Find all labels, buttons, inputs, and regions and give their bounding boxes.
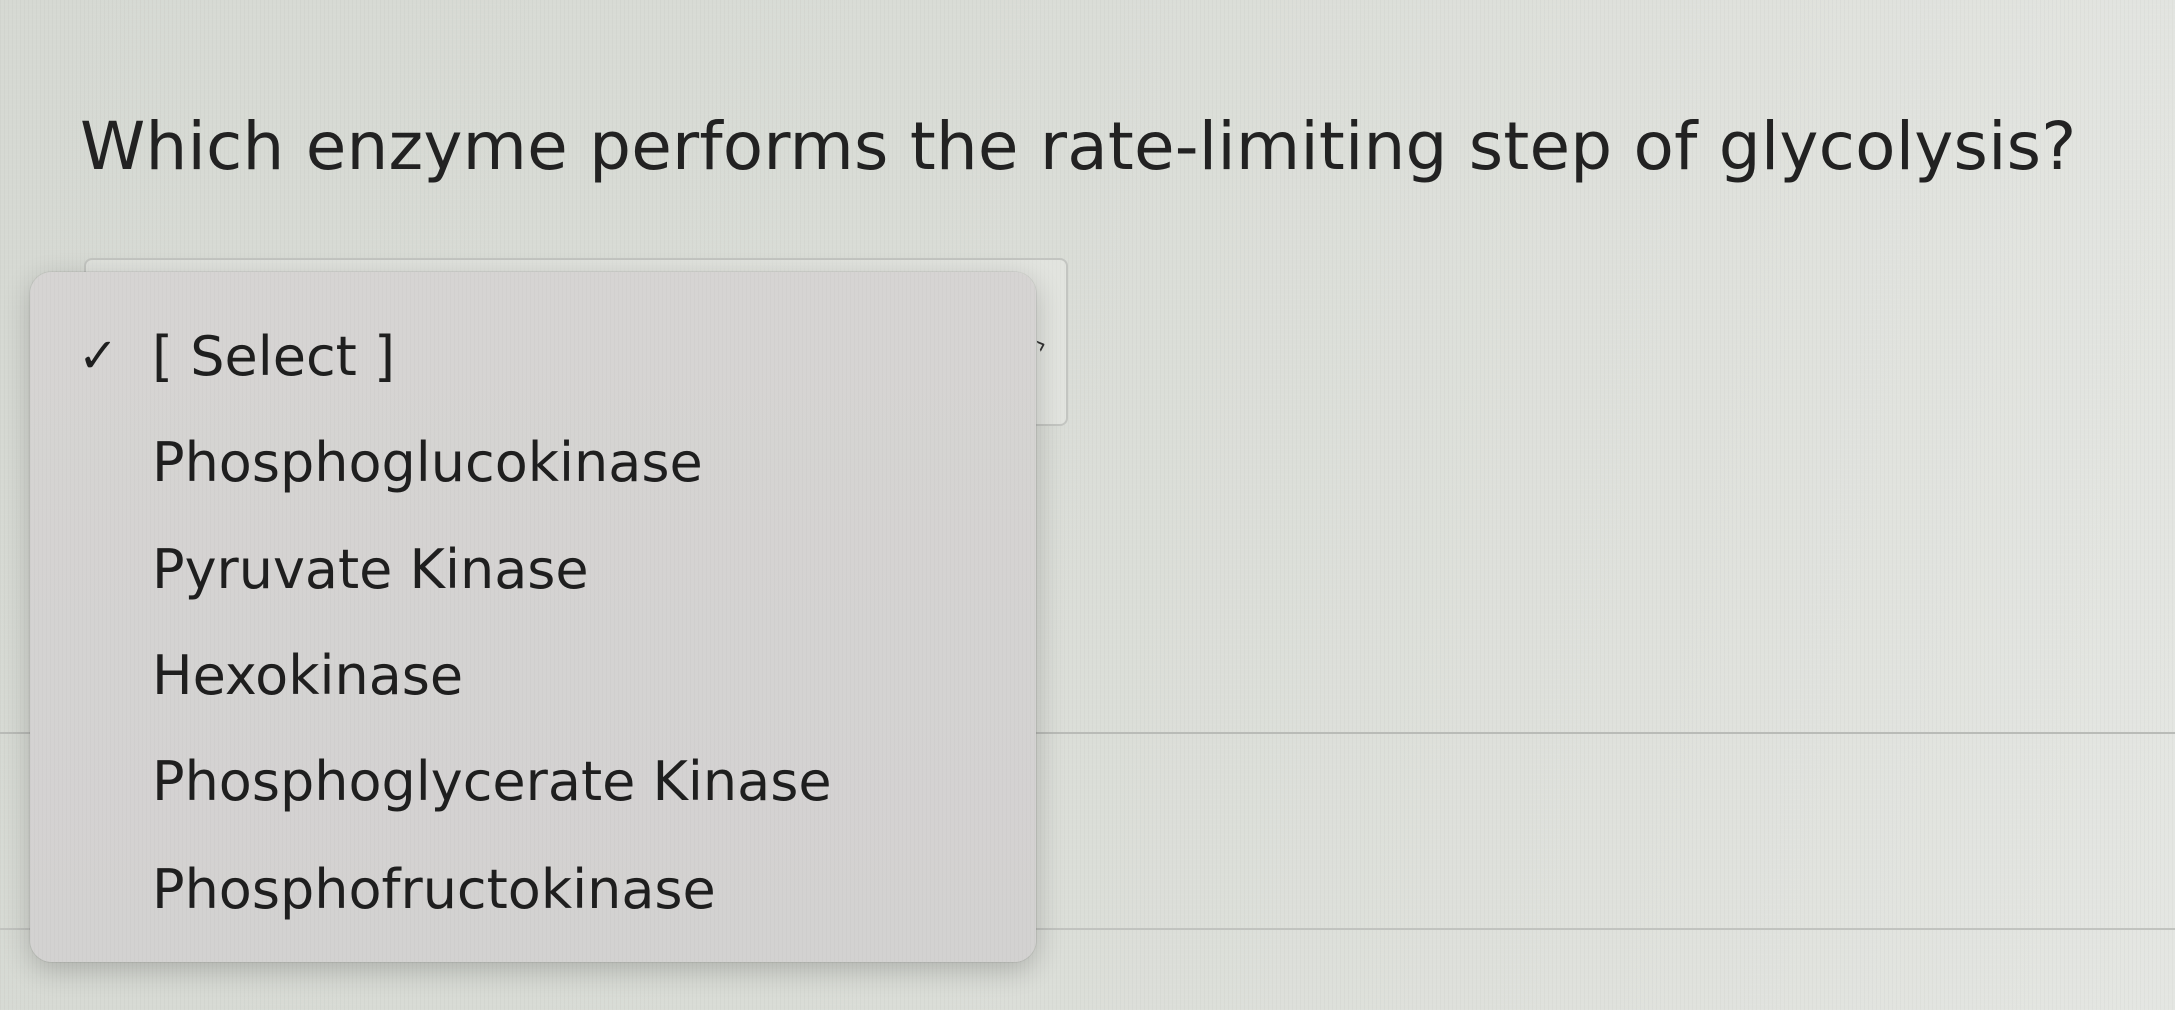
option-hexokinase[interactable]: Hexokinase [30, 625, 1036, 725]
dropdown-menu[interactable]: ✓ [ Select ] Phosphoglucokinase Pyruvate… [30, 272, 1036, 962]
option-phosphoglycerate-kinase[interactable]: Phosphoglycerate Kinase [30, 731, 1036, 831]
option-label: Phosphofructokinase [152, 857, 716, 921]
checkmark-icon: ✓ [78, 328, 119, 384]
option-phosphoglucokinase[interactable]: Phosphoglucokinase [30, 412, 1036, 512]
option-label: Phosphoglucokinase [152, 430, 703, 494]
option-phosphofructokinase[interactable]: Phosphofructokinase [30, 839, 1036, 939]
option-label: Hexokinase [152, 643, 464, 707]
option-label: Pyruvate Kinase [152, 537, 589, 601]
option-label: [ Select ] [152, 324, 396, 388]
question-text: Which enzyme performs the rate-limiting … [80, 108, 2077, 185]
option-pyruvate-kinase[interactable]: Pyruvate Kinase [30, 519, 1036, 619]
option-select[interactable]: ✓ [ Select ] [30, 306, 1036, 406]
option-label: Phosphoglycerate Kinase [152, 749, 832, 813]
